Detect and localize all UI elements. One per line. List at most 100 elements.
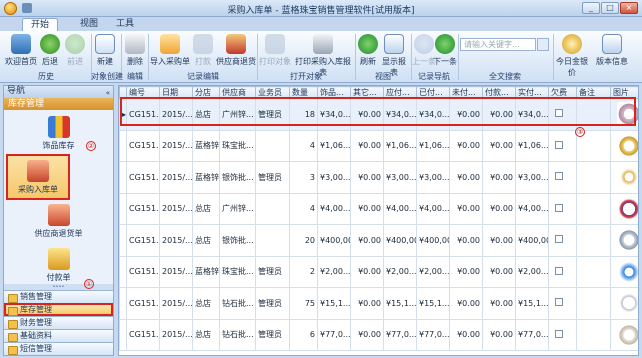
pin-icon[interactable]: « xyxy=(106,88,110,99)
cell-image[interactable] xyxy=(610,161,638,194)
cell-date[interactable]: 2015/... xyxy=(159,224,193,257)
cell-date[interactable]: 2015/... xyxy=(159,255,193,288)
cell-supplier[interactable]: 广州锌... xyxy=(219,192,256,225)
cell-image[interactable] xyxy=(610,98,638,131)
cell-payment[interactable]: ¥0.00 xyxy=(482,255,516,288)
cell-arrears[interactable] xyxy=(548,318,577,351)
cell-paid[interactable]: ¥34,0... xyxy=(416,98,450,131)
cell-payment[interactable]: ¥0.00 xyxy=(482,287,516,320)
cell-arrears[interactable] xyxy=(548,192,577,225)
cell-unpaid[interactable]: ¥0.00 xyxy=(449,161,483,194)
cell-payable[interactable]: ¥1,06... xyxy=(383,129,417,162)
cell-payable[interactable]: ¥77,0... xyxy=(383,318,417,351)
row-marker[interactable] xyxy=(119,161,127,194)
cell-note[interactable] xyxy=(576,287,611,320)
cell-paid[interactable]: ¥15,1... xyxy=(416,287,450,320)
column-header[interactable]: 编号 xyxy=(126,86,160,99)
cell-supplier[interactable]: 广州锌... xyxy=(219,98,256,131)
column-header[interactable]: 欠费 xyxy=(548,86,577,99)
welcome-button[interactable]: 欢迎首页 xyxy=(4,34,38,67)
new-button[interactable]: 新建 xyxy=(93,34,117,67)
arrears-checkbox[interactable] xyxy=(555,266,563,275)
cell-image[interactable] xyxy=(610,287,638,320)
cell-store[interactable]: 总店 xyxy=(192,98,220,131)
cell-clerk[interactable]: 管理员 xyxy=(255,161,290,194)
table-row[interactable]: CG151... 2015/... 蓝格锌... 珠宝批... 4 ¥1,06.… xyxy=(119,129,638,162)
cell-id[interactable]: CG151... xyxy=(126,129,160,162)
column-header[interactable]: 业务员 xyxy=(255,86,290,99)
column-header[interactable]: 实付... xyxy=(515,86,549,99)
row-marker[interactable] xyxy=(119,224,127,257)
cell-clerk[interactable]: 管理员 xyxy=(255,287,290,320)
cell-other-amount[interactable]: ¥0.00 xyxy=(350,224,384,257)
cell-date[interactable]: 2015/... xyxy=(159,161,193,194)
row-marker[interactable] xyxy=(119,318,127,351)
cell-item-amount[interactable]: ¥1,06... xyxy=(317,129,351,162)
cell-clerk[interactable]: 管理员 xyxy=(255,255,290,288)
cell-store[interactable]: 总店 xyxy=(192,287,220,320)
cell-actual-paid[interactable]: ¥1,06... xyxy=(515,129,549,162)
version-info-button[interactable]: 版本信息 xyxy=(594,34,630,67)
import-purchase-button[interactable]: 导入采购单 xyxy=(150,34,190,67)
cell-arrears[interactable] xyxy=(548,224,577,257)
table-row[interactable]: CG151... 2015/... 总店 钻石批... 管理员 6 ¥77,0.… xyxy=(119,318,638,351)
cell-date[interactable]: 2015/... xyxy=(159,98,193,131)
cell-id[interactable]: CG151... xyxy=(126,255,160,288)
cell-supplier[interactable]: 珠宝批... xyxy=(219,255,256,288)
column-header[interactable]: 其它... xyxy=(350,86,384,99)
cell-paid[interactable]: ¥2,00... xyxy=(416,255,450,288)
cell-arrears[interactable] xyxy=(548,129,577,162)
cell-clerk[interactable]: 管理员 xyxy=(255,98,290,131)
cell-image[interactable] xyxy=(610,224,638,257)
cell-note[interactable] xyxy=(576,224,611,257)
cell-id[interactable]: CG151... xyxy=(126,192,160,225)
column-header[interactable]: 图片 xyxy=(610,86,638,99)
column-header[interactable]: 备注 xyxy=(576,86,611,99)
cell-store[interactable]: 总店 xyxy=(192,224,220,257)
cell-image[interactable] xyxy=(610,255,638,288)
nav-item-sales[interactable]: 销售管理 xyxy=(4,290,113,303)
cell-clerk[interactable] xyxy=(255,192,290,225)
cell-payment[interactable]: ¥0.00 xyxy=(482,192,516,225)
cell-note[interactable] xyxy=(576,192,611,225)
cell-clerk[interactable] xyxy=(255,224,290,257)
search-input[interactable]: 请输入关键字... xyxy=(460,38,536,51)
cell-item-amount[interactable]: ¥4,00... xyxy=(317,192,351,225)
cell-id[interactable]: CG151... xyxy=(126,98,160,131)
cell-other-amount[interactable]: ¥0.00 xyxy=(350,255,384,288)
cell-paid[interactable]: ¥3,00... xyxy=(416,161,450,194)
cell-qty[interactable]: 18 xyxy=(289,98,318,131)
cell-supplier[interactable]: 银饰批... xyxy=(219,224,256,257)
cell-id[interactable]: CG151... xyxy=(126,318,160,351)
cell-clerk[interactable] xyxy=(255,129,290,162)
minimize-button[interactable]: _ xyxy=(582,2,600,14)
nav-item-sms[interactable]: 短信管理 xyxy=(4,342,113,355)
nav-item-basic-data[interactable]: 基础资料 xyxy=(4,329,113,342)
arrears-checkbox[interactable] xyxy=(555,329,563,338)
cell-actual-paid[interactable]: ¥3,00... xyxy=(515,161,549,194)
cell-qty[interactable]: 75 xyxy=(289,287,318,320)
arrears-checkbox[interactable] xyxy=(555,109,563,118)
nav-tile-supplier-return[interactable]: 供应商退货单 xyxy=(4,200,113,242)
row-marker[interactable]: ▸ xyxy=(119,98,127,131)
row-marker[interactable] xyxy=(119,255,127,288)
cell-actual-paid[interactable]: ¥4,00... xyxy=(515,192,549,225)
cell-note[interactable] xyxy=(576,161,611,194)
supplier-return-button[interactable]: 供应商退货 xyxy=(216,34,256,67)
arrears-checkbox[interactable] xyxy=(555,235,563,244)
cell-qty[interactable]: 4 xyxy=(289,129,318,162)
cell-payable[interactable]: ¥4,00... xyxy=(383,192,417,225)
cell-arrears[interactable] xyxy=(548,161,577,194)
nav-tile-payment[interactable]: 付款单 xyxy=(4,244,113,286)
cell-payment[interactable]: ¥0.00 xyxy=(482,224,516,257)
nav-tile-purchase-in[interactable]: 采购入库单 xyxy=(6,154,70,200)
cell-actual-paid[interactable]: ¥34,0... xyxy=(515,98,549,131)
cell-qty[interactable]: 6 xyxy=(289,318,318,351)
cell-supplier[interactable]: 钻石批... xyxy=(219,318,256,351)
cell-item-amount[interactable]: ¥2,00... xyxy=(317,255,351,288)
forward-button[interactable]: 前进 xyxy=(63,34,87,67)
cell-unpaid[interactable]: ¥0.00 xyxy=(449,129,483,162)
cell-other-amount[interactable]: ¥0.00 xyxy=(350,192,384,225)
cell-qty[interactable]: 20 xyxy=(289,224,318,257)
column-header[interactable]: 已付... xyxy=(416,86,450,99)
